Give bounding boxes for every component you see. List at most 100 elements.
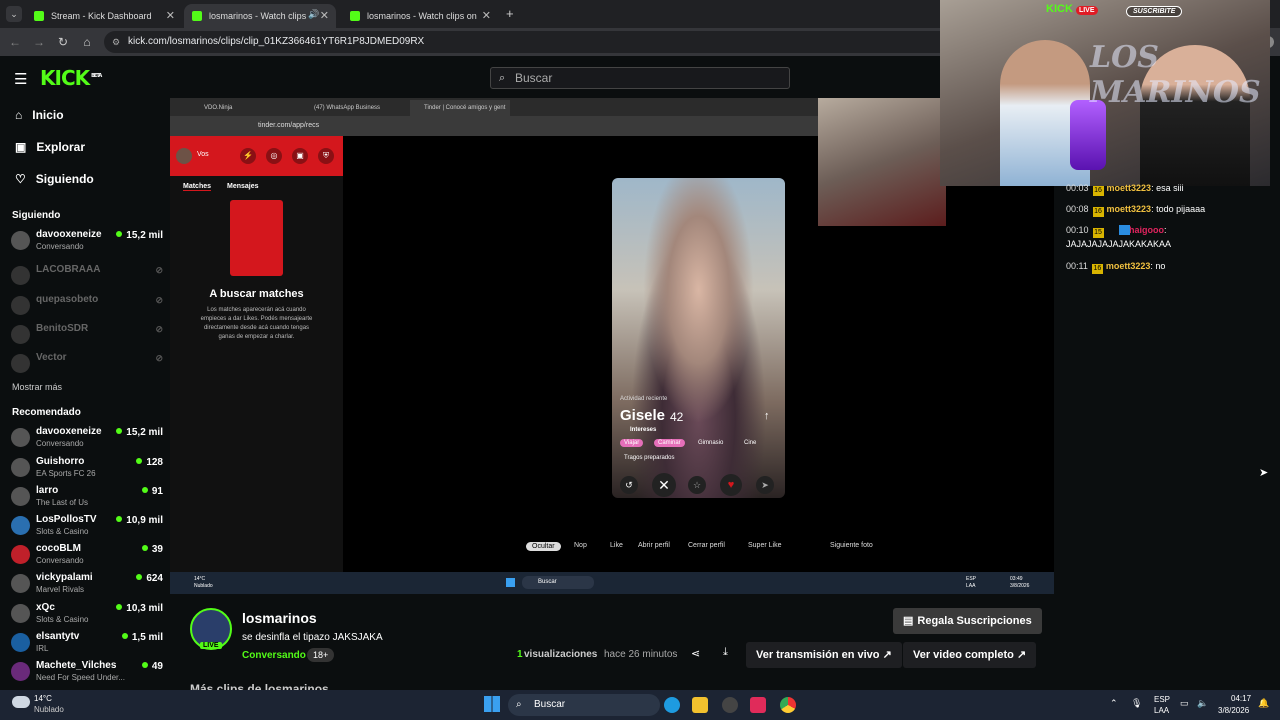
tab-list-chevron-icon[interactable]: ⌄ xyxy=(6,6,22,22)
edge-icon[interactable] xyxy=(664,697,680,713)
settings-app-icon[interactable] xyxy=(722,697,738,713)
sidebar-channel[interactable]: quepasobeto ⊘ xyxy=(11,294,163,320)
sidebar-channel[interactable]: LACOBRAAA ⊘ xyxy=(11,264,163,290)
site-info-icon[interactable]: ⚙ xyxy=(112,31,120,53)
embedded-taskbar: 14°C Nublado Buscar ESP LAA 03:49 3/8/20… xyxy=(170,572,1054,594)
kick-favicon-icon xyxy=(34,11,44,21)
following-title: Siguiendo xyxy=(12,210,61,221)
chat-panel: 00:03 16 moett3223: esa siii 00:08 16 moett3… xyxy=(1054,180,1280,580)
chat-message: 00:03 16 moett3223: esa siii xyxy=(1066,183,1184,196)
sidebar-channel[interactable]: davooxeneize Conversando 15,2 mil xyxy=(11,426,163,452)
briefcase-icon: ▣ xyxy=(292,148,308,164)
age-tag: 18+ xyxy=(307,648,335,662)
windows-start-icon xyxy=(506,578,515,587)
weather-icon xyxy=(12,696,30,708)
share-icon[interactable]: ⋖ xyxy=(691,647,700,660)
kick-favicon-icon xyxy=(192,11,202,21)
sidebar-channel[interactable]: Guishorro EA Sports FC 26 128 xyxy=(11,456,163,482)
profile-card: Actividad reciente Gisele 42 ↑ Intereses… xyxy=(612,178,785,498)
sidebar-channel[interactable]: larro The Last of Us 91 xyxy=(11,485,163,511)
mouse-cursor-icon: ➤ xyxy=(1259,467,1269,479)
sidebar-channel[interactable]: LosPollosTV Slots & Casino 10,9 mil xyxy=(11,514,163,540)
back-icon[interactable]: ← xyxy=(4,35,26,49)
chat-message: 00:10 15 elhaigooo: xyxy=(1066,225,1167,238)
nav-home[interactable]: ⌂ Inicio xyxy=(15,108,64,122)
category-link[interactable]: Conversando xyxy=(242,650,306,661)
clip-title: se desinfla el tipazo JAKSJAKA xyxy=(242,632,383,643)
offline-icon: ⊘ xyxy=(155,353,163,363)
super-like-icon: ☆ xyxy=(688,476,706,494)
tray-chevron-icon[interactable]: ⌃ xyxy=(1110,698,1118,709)
explore-icon: ◎ xyxy=(266,148,282,164)
purple-lamp xyxy=(1070,100,1106,170)
external-link-icon: ↗ xyxy=(1016,649,1027,661)
chat-message: 00:08 16 moett3223: todo pijaaaa xyxy=(1066,204,1206,217)
new-tab-icon[interactable]: + xyxy=(506,6,514,21)
tiktok-icon[interactable] xyxy=(750,697,766,713)
sidebar-channel[interactable]: BenitoSDR ⊘ xyxy=(11,323,163,349)
volume-icon[interactable]: 🔈 xyxy=(1197,698,1208,709)
tinder-header: Vos ⚡ ◎ ▣ ⛨ xyxy=(170,136,343,176)
badge-icon xyxy=(1119,225,1130,235)
search-icon: ⌕ xyxy=(499,72,506,84)
show-more-link[interactable]: Mostrar más xyxy=(12,382,62,392)
search-input[interactable]: ⌕ Buscar xyxy=(490,67,790,89)
nav-explore[interactable]: ▣ Explorar xyxy=(15,140,85,154)
avatar xyxy=(11,231,30,250)
like-icon: ♥ xyxy=(720,474,742,496)
avatar xyxy=(11,296,30,315)
forward-icon[interactable]: → xyxy=(28,35,50,49)
url-field[interactable]: ⚙ kick.com/losmarinos/clips/clip_01KZ366… xyxy=(104,31,954,53)
browser-tab[interactable]: Stream - Kick Dashboard ✕ xyxy=(26,4,182,28)
browser-tab[interactable]: losmarinos - Watch clips on Kic ✕ xyxy=(342,4,498,28)
heart-icon: ♡ xyxy=(15,172,26,186)
sidebar-channel[interactable]: xQc Slots & Casino 10,3 mil xyxy=(11,602,163,628)
embedded-tab: Tinder | Conocé amigos y gent xyxy=(410,100,510,116)
avatar xyxy=(11,487,30,506)
chrome-icon[interactable] xyxy=(780,697,796,713)
kick-favicon-icon xyxy=(350,11,360,21)
file-explorer-icon[interactable] xyxy=(692,697,708,713)
avatar xyxy=(11,354,30,373)
home-icon[interactable]: ⌂ xyxy=(76,35,98,49)
full-video-button[interactable]: Ver video completo ↗ xyxy=(903,642,1037,668)
channel-name[interactable]: losmarinos xyxy=(242,610,317,626)
offline-icon: ⊘ xyxy=(155,265,163,275)
profile-photo xyxy=(612,178,785,498)
gift-subscriptions-button[interactable]: ▤ Regala Suscripciones xyxy=(893,608,1042,634)
notification-bell-icon[interactable]: 🔔 xyxy=(1258,698,1269,709)
menu-icon[interactable]: ☰ xyxy=(14,70,27,88)
streamer-camera-view: LOS MARINOS KICK LIVE SUSCRIBITE xyxy=(940,0,1270,186)
compass-icon: ▣ xyxy=(15,140,27,154)
close-tab-icon[interactable]: ✕ xyxy=(482,9,491,22)
send-icon: ➤ xyxy=(756,476,774,494)
taskbar-search[interactable]: ⌕ Buscar xyxy=(508,694,660,716)
sidebar-channel[interactable]: davooxeneize Conversando 15,2 mil xyxy=(11,229,163,255)
avatar xyxy=(11,325,30,344)
avatar xyxy=(11,662,30,681)
sidebar-channel[interactable]: elsantytv IRL 1,5 mil xyxy=(11,631,163,657)
close-tab-icon[interactable]: ✕ xyxy=(320,9,329,22)
avatar xyxy=(11,604,30,623)
browser-tab-active[interactable]: losmarinos - Watch clips on 🔊 ✕ xyxy=(184,4,336,28)
sidebar-channel[interactable]: Machete_Vilches Need For Speed Under... 49 xyxy=(11,660,163,686)
sidebar-channel[interactable]: cocoBLM Conversando 39 xyxy=(11,543,163,569)
offline-icon: ⊘ xyxy=(155,324,163,334)
kick-logo[interactable]: KICK BETA xyxy=(40,66,102,90)
sidebar-channel[interactable]: Vector ⊘ xyxy=(11,352,163,378)
avatar xyxy=(11,428,30,447)
reload-icon[interactable]: ↻ xyxy=(52,35,74,49)
download-icon[interactable]: ⤓ xyxy=(723,646,728,659)
avatar xyxy=(11,545,30,564)
sidebar-channel[interactable]: vickypalami Marvel Rivals 624 xyxy=(11,572,163,598)
network-icon[interactable]: ▭ xyxy=(1180,698,1189,709)
close-tab-icon[interactable]: ✕ xyxy=(166,9,175,22)
chat-message: 00:11 16 moett3223: no xyxy=(1066,261,1166,274)
avatar xyxy=(11,633,30,652)
speaker-icon[interactable]: 🔊 xyxy=(308,9,319,20)
watch-live-button[interactable]: Ver transmisión en vivo ↗ xyxy=(746,642,902,668)
embedded-tab: VDO.Ninja xyxy=(204,105,233,111)
windows-start-icon[interactable] xyxy=(484,696,500,712)
nav-following[interactable]: ♡ Siguiendo xyxy=(15,172,94,186)
recommended-title: Recomendado xyxy=(12,407,81,418)
